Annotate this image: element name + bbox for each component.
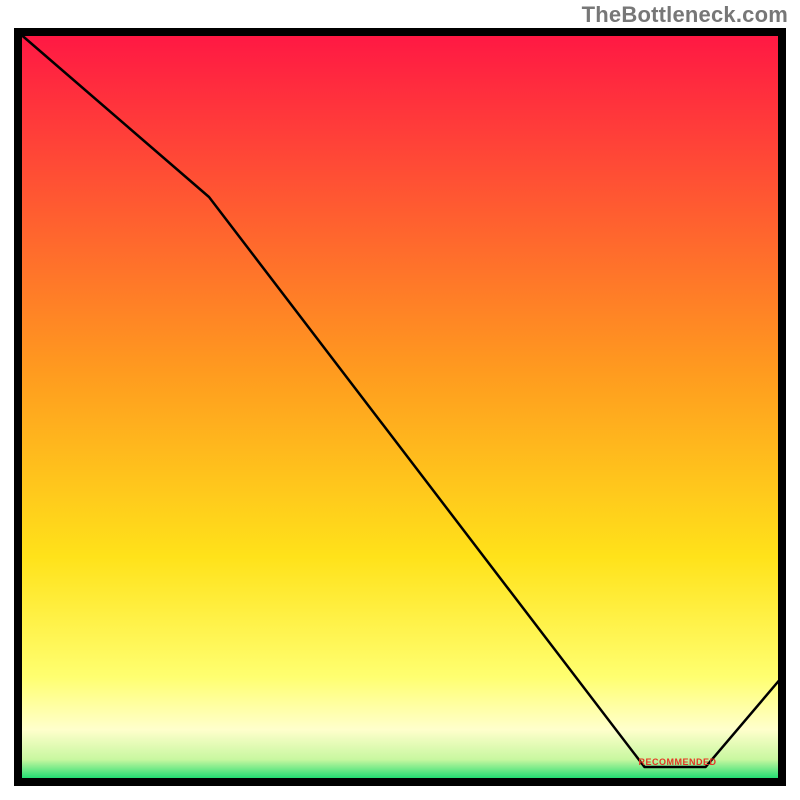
bottleneck-chart [14,28,786,786]
gradient-background [18,32,782,782]
plot-frame: RECOMMENDED [14,28,786,786]
watermark-text: TheBottleneck.com [582,2,788,28]
chart-stage: TheBottleneck.com RECOMMENDED [0,0,800,800]
